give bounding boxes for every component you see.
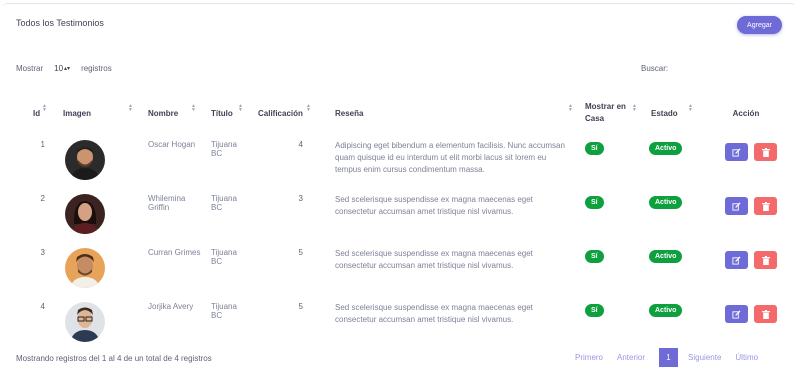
table-row: 3 Curran Grimes Tijuana BC 5 Sed sceleri… [3, 242, 793, 296]
avatar [65, 302, 105, 342]
row-title: Tijuana BC [211, 248, 237, 266]
row-name: Whilemina Griffin [148, 194, 186, 212]
table-info: Mostrando registros del 1 al 4 de un tot… [16, 354, 212, 363]
sort-icon: ▲ ▼ [128, 103, 133, 113]
col-show-home[interactable]: Mostrar en Casa ▲ ▼ [579, 92, 643, 134]
edit-icon [732, 309, 741, 319]
table-row: 4 Jorjika Avery Tijuana BC 5 Sed sceleri… [3, 296, 793, 350]
col-id[interactable]: Id ▲ ▼ [3, 92, 53, 134]
delete-button[interactable] [754, 305, 777, 323]
show-label: Mostrar [16, 64, 44, 73]
row-title: Tijuana BC [211, 140, 237, 158]
sort-icon: ▲ ▼ [42, 103, 47, 113]
avatar [65, 248, 105, 288]
col-review[interactable]: Reseña ▲ ▼ [317, 92, 579, 134]
row-id: 3 [40, 248, 45, 257]
edit-button[interactable] [725, 197, 748, 215]
status-badge: Activo [649, 250, 683, 263]
home-badge: Sí [585, 250, 604, 263]
sort-icon: ▲ ▼ [306, 103, 311, 113]
sort-icon: ▲ ▼ [632, 103, 637, 113]
delete-button[interactable] [754, 251, 777, 269]
select-caret-icon: ▴▾ [64, 66, 71, 72]
home-badge: Sí [585, 142, 604, 155]
row-id: 1 [40, 140, 45, 149]
page-length-control: Mostrar 10 ▴▾ registros [16, 64, 112, 73]
page-prev[interactable]: Anterior [617, 353, 645, 362]
avatar [65, 140, 105, 180]
row-rating: 4 [298, 140, 303, 149]
testimonials-table: Id ▲ ▼ Imagen ▲ ▼ Nombre ▲ ▼ Título ▲ ▼ Califica… [3, 92, 793, 350]
sort-icon: ▲ ▼ [191, 103, 196, 113]
row-name: Oscar Hogan [148, 140, 196, 149]
avatar [65, 194, 105, 234]
testimonials-card: Todos los Testimonios Agregar Mostrar 10… [3, 3, 795, 373]
delete-button[interactable] [754, 143, 777, 161]
row-title: Tijuana BC [211, 302, 237, 320]
status-badge: Activo [649, 304, 683, 317]
sort-icon: ▲ ▼ [568, 103, 573, 113]
col-rating[interactable]: Calificación ▲ ▼ [249, 92, 317, 134]
trash-icon [761, 255, 770, 265]
edit-button[interactable] [725, 251, 748, 269]
col-status[interactable]: Estado ▲ ▼ [643, 92, 699, 134]
pagination: Primero Anterior 1 Siguiente Último [575, 348, 772, 367]
col-image[interactable]: Imagen ▲ ▼ [53, 92, 139, 134]
add-button[interactable]: Agregar [737, 16, 782, 34]
row-review: Sed scelerisque suspendisse ex magna mae… [335, 249, 533, 270]
row-name: Curran Grimes [148, 248, 201, 257]
status-badge: Activo [649, 196, 683, 209]
status-badge: Activo [649, 142, 683, 155]
edit-button[interactable] [725, 305, 748, 323]
col-name[interactable]: Nombre ▲ ▼ [139, 92, 202, 134]
row-review: Adipiscing eget bibendum a elementum fac… [335, 141, 565, 174]
page-title: Todos los Testimonios [16, 18, 104, 28]
page-next[interactable]: Siguiente [688, 353, 721, 362]
edit-icon [732, 255, 741, 265]
row-title: Tijuana BC [211, 194, 237, 212]
row-rating: 5 [298, 302, 303, 311]
trash-icon [761, 147, 770, 157]
row-review: Sed scelerisque suspendisse ex magna mae… [335, 303, 533, 324]
edit-icon [732, 147, 741, 157]
table-row: 1 Oscar Hogan Tijuana BC 4 Adipiscing eg… [3, 134, 793, 188]
row-name: Jorjika Avery [148, 302, 194, 311]
page-size-select[interactable]: 10 ▴▾ [54, 64, 70, 73]
search-label[interactable]: Buscar: [641, 64, 668, 73]
sort-icon: ▲ ▼ [688, 103, 693, 113]
sort-icon: ▲ ▼ [238, 103, 243, 113]
page-current[interactable]: 1 [659, 348, 679, 367]
home-badge: Sí [585, 304, 604, 317]
row-id: 2 [40, 194, 45, 203]
edit-button[interactable] [725, 143, 748, 161]
records-label: registros [81, 64, 112, 73]
trash-icon [761, 201, 770, 211]
page-last[interactable]: Último [735, 353, 758, 362]
page-first[interactable]: Primero [575, 353, 603, 362]
delete-button[interactable] [754, 197, 777, 215]
trash-icon [761, 309, 770, 319]
col-title[interactable]: Título ▲ ▼ [202, 92, 249, 134]
edit-icon [732, 201, 741, 211]
row-rating: 3 [298, 194, 303, 203]
row-id: 4 [40, 302, 45, 311]
table-row: 2 Whilemina Griffin Tijuana BC 3 Sed sce… [3, 188, 793, 242]
row-review: Sed scelerisque suspendisse ex magna mae… [335, 195, 533, 216]
col-action: Acción [732, 108, 760, 118]
home-badge: Sí [585, 196, 604, 209]
row-rating: 5 [298, 248, 303, 257]
